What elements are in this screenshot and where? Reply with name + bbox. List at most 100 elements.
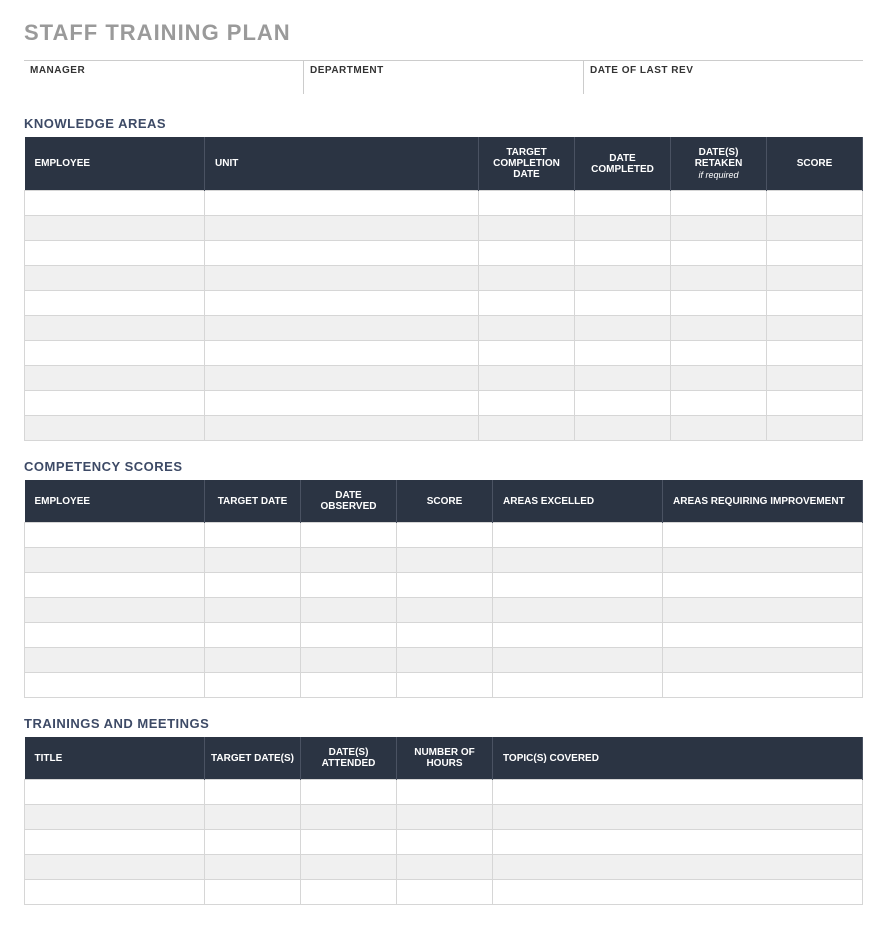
cell-date-completed[interactable] — [575, 391, 671, 416]
cell-score[interactable] — [767, 391, 863, 416]
cell-hours[interactable] — [397, 780, 493, 805]
cell-date-observed[interactable] — [301, 673, 397, 698]
cell-employee[interactable] — [25, 623, 205, 648]
cell-target[interactable] — [479, 291, 575, 316]
cell-improvement[interactable] — [663, 523, 863, 548]
cell-improvement[interactable] — [663, 573, 863, 598]
cell-target-dates[interactable] — [205, 780, 301, 805]
cell-score[interactable] — [767, 266, 863, 291]
cell-unit[interactable] — [205, 316, 479, 341]
cell-target[interactable] — [479, 241, 575, 266]
cell-retaken[interactable] — [671, 216, 767, 241]
cell-retaken[interactable] — [671, 366, 767, 391]
cell-retaken[interactable] — [671, 391, 767, 416]
meta-date-rev[interactable]: DATE OF LAST REV — [584, 60, 863, 94]
cell-employee[interactable] — [25, 366, 205, 391]
cell-employee[interactable] — [25, 191, 205, 216]
cell-target[interactable] — [479, 366, 575, 391]
cell-target-date[interactable] — [205, 573, 301, 598]
cell-score[interactable] — [767, 341, 863, 366]
cell-target-dates[interactable] — [205, 855, 301, 880]
cell-target[interactable] — [479, 416, 575, 441]
cell-attended[interactable] — [301, 880, 397, 905]
cell-score[interactable] — [397, 648, 493, 673]
cell-topics[interactable] — [493, 855, 863, 880]
cell-retaken[interactable] — [671, 316, 767, 341]
cell-date-completed[interactable] — [575, 241, 671, 266]
cell-unit[interactable] — [205, 241, 479, 266]
cell-hours[interactable] — [397, 805, 493, 830]
cell-employee[interactable] — [25, 391, 205, 416]
cell-improvement[interactable] — [663, 623, 863, 648]
cell-employee[interactable] — [25, 523, 205, 548]
cell-attended[interactable] — [301, 830, 397, 855]
cell-improvement[interactable] — [663, 648, 863, 673]
cell-date-observed[interactable] — [301, 573, 397, 598]
cell-date-observed[interactable] — [301, 598, 397, 623]
cell-employee[interactable] — [25, 548, 205, 573]
cell-attended[interactable] — [301, 855, 397, 880]
cell-retaken[interactable] — [671, 291, 767, 316]
cell-excelled[interactable] — [493, 648, 663, 673]
cell-date-completed[interactable] — [575, 416, 671, 441]
cell-employee[interactable] — [25, 266, 205, 291]
cell-excelled[interactable] — [493, 673, 663, 698]
cell-title[interactable] — [25, 855, 205, 880]
meta-department[interactable]: DEPARTMENT — [304, 60, 584, 94]
cell-score[interactable] — [767, 216, 863, 241]
cell-unit[interactable] — [205, 291, 479, 316]
cell-excelled[interactable] — [493, 573, 663, 598]
cell-score[interactable] — [767, 316, 863, 341]
cell-target-date[interactable] — [205, 548, 301, 573]
cell-date-completed[interactable] — [575, 291, 671, 316]
cell-topics[interactable] — [493, 780, 863, 805]
cell-date-completed[interactable] — [575, 366, 671, 391]
cell-unit[interactable] — [205, 366, 479, 391]
cell-score[interactable] — [767, 241, 863, 266]
cell-employee[interactable] — [25, 216, 205, 241]
cell-retaken[interactable] — [671, 266, 767, 291]
cell-topics[interactable] — [493, 830, 863, 855]
cell-target[interactable] — [479, 266, 575, 291]
cell-improvement[interactable] — [663, 673, 863, 698]
cell-employee[interactable] — [25, 291, 205, 316]
cell-attended[interactable] — [301, 805, 397, 830]
cell-score[interactable] — [397, 548, 493, 573]
cell-excelled[interactable] — [493, 523, 663, 548]
cell-attended[interactable] — [301, 780, 397, 805]
cell-target-dates[interactable] — [205, 830, 301, 855]
cell-title[interactable] — [25, 805, 205, 830]
cell-score[interactable] — [397, 598, 493, 623]
cell-score[interactable] — [767, 416, 863, 441]
cell-employee[interactable] — [25, 673, 205, 698]
cell-score[interactable] — [767, 366, 863, 391]
cell-score[interactable] — [397, 623, 493, 648]
cell-target-date[interactable] — [205, 598, 301, 623]
cell-unit[interactable] — [205, 266, 479, 291]
cell-score[interactable] — [767, 191, 863, 216]
cell-score[interactable] — [397, 573, 493, 598]
cell-score[interactable] — [397, 523, 493, 548]
cell-improvement[interactable] — [663, 598, 863, 623]
cell-target-date[interactable] — [205, 623, 301, 648]
cell-title[interactable] — [25, 830, 205, 855]
cell-employee[interactable] — [25, 598, 205, 623]
cell-unit[interactable] — [205, 416, 479, 441]
cell-employee[interactable] — [25, 573, 205, 598]
cell-unit[interactable] — [205, 341, 479, 366]
cell-target[interactable] — [479, 316, 575, 341]
meta-manager[interactable]: MANAGER — [24, 60, 304, 94]
cell-target-dates[interactable] — [205, 880, 301, 905]
cell-title[interactable] — [25, 880, 205, 905]
cell-date-completed[interactable] — [575, 341, 671, 366]
cell-title[interactable] — [25, 780, 205, 805]
cell-unit[interactable] — [205, 391, 479, 416]
cell-employee[interactable] — [25, 416, 205, 441]
cell-retaken[interactable] — [671, 416, 767, 441]
cell-date-observed[interactable] — [301, 523, 397, 548]
cell-unit[interactable] — [205, 216, 479, 241]
cell-target[interactable] — [479, 191, 575, 216]
cell-target[interactable] — [479, 216, 575, 241]
cell-excelled[interactable] — [493, 598, 663, 623]
cell-hours[interactable] — [397, 855, 493, 880]
